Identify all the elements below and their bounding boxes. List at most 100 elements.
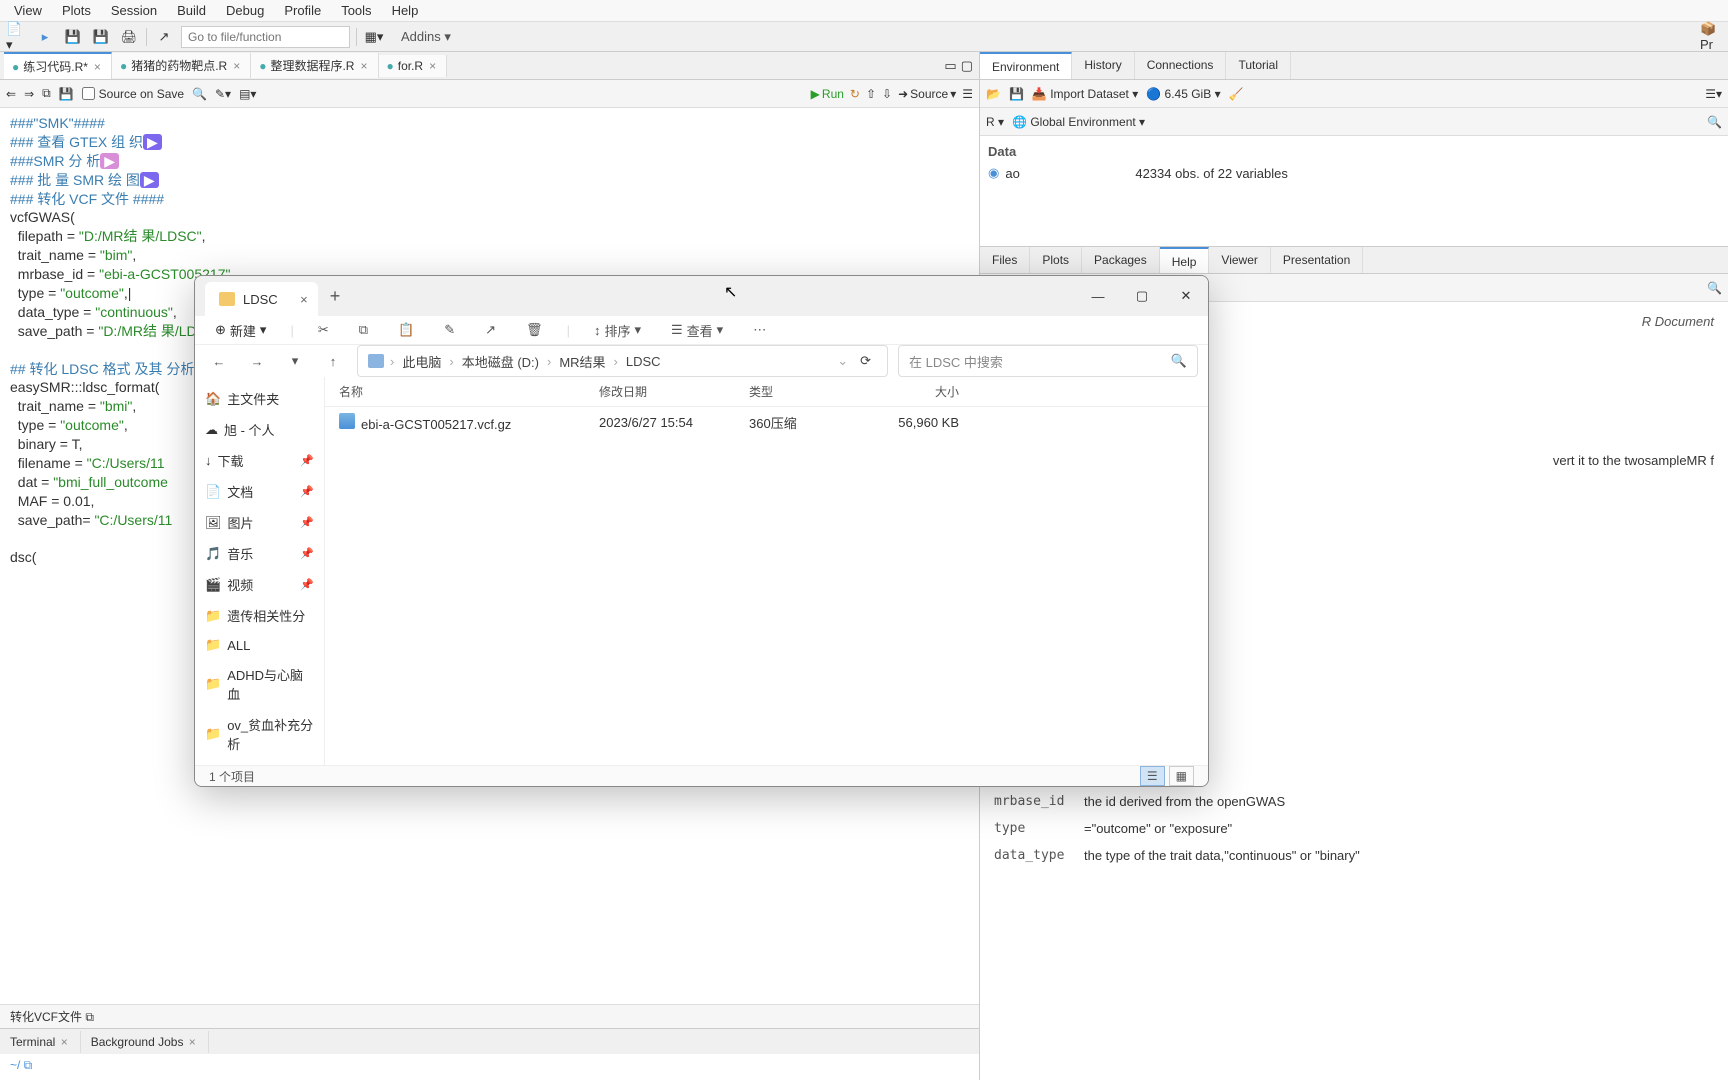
show-in-new-icon[interactable]: ⧉ (42, 86, 51, 101)
sidebar-item-folder[interactable]: 📁ALL (195, 631, 324, 659)
rerun-icon[interactable]: ↻ (850, 87, 860, 101)
crumb-mr[interactable]: MR结果 (557, 352, 607, 371)
project-icon[interactable]: 📦 Pr (1700, 26, 1722, 48)
close-button[interactable]: ✕ (1164, 276, 1208, 316)
menu-view[interactable]: View (4, 1, 52, 20)
grid-icon[interactable]: ▦▾ (363, 26, 385, 48)
col-size[interactable]: 大小 (869, 383, 959, 400)
wand-icon[interactable]: ✎▾ (215, 87, 231, 101)
column-headers[interactable]: 名称 修改日期 类型 大小 (325, 377, 1208, 407)
share-icon[interactable]: ↗ (479, 318, 502, 342)
close-icon[interactable]: × (187, 1035, 198, 1049)
sidebar-item-cloud[interactable]: ☁旭 - 个人 (195, 414, 324, 445)
explorer-titlebar[interactable]: LDSC × + — ▢ ✕ (195, 276, 1208, 316)
refresh-button[interactable]: ⟳ (854, 353, 877, 369)
maximize-pane-icon[interactable]: ▢ (961, 58, 973, 74)
menu-tools[interactable]: Tools (331, 1, 381, 20)
sidebar-item-doc[interactable]: 📄文档📌 (195, 476, 324, 507)
chevron-down-icon[interactable]: ⌄ (837, 353, 848, 369)
down-icon[interactable]: ⇩ (882, 87, 892, 101)
rename-icon[interactable]: ✎ (438, 318, 461, 342)
paste-icon[interactable]: 📋 (392, 318, 420, 342)
outline-icon[interactable]: ☰ (962, 87, 973, 101)
sidebar-item-home[interactable]: 🏠主文件夹 (195, 383, 324, 414)
explorer-tab[interactable]: LDSC × (205, 282, 318, 316)
tutorial-tab[interactable]: Tutorial (1226, 52, 1291, 79)
close-icon[interactable]: × (358, 59, 369, 73)
source-on-save-checkbox[interactable]: Source on Save (82, 87, 184, 101)
minimize-button[interactable]: — (1076, 276, 1120, 316)
close-icon[interactable]: × (427, 59, 438, 73)
list-view-icon[interactable]: ☰▾ (1705, 87, 1722, 101)
source-tab-0[interactable]: ● 练习代码.R* × (4, 52, 112, 79)
up-button[interactable]: ↑ (319, 347, 347, 375)
env-row-ao[interactable]: ◉ ao 42334 obs. of 22 variables (988, 163, 1720, 183)
code-section-label[interactable]: 转化VCF文件 ⧉ (10, 1008, 94, 1025)
search-icon[interactable]: 🔍 (1707, 115, 1722, 129)
scope-global-dropdown[interactable]: 🌐 Global Environment ▾ (1012, 115, 1145, 129)
col-type[interactable]: 类型 (749, 383, 869, 400)
sidebar-item-pic[interactable]: 🖼图片📌 (195, 507, 324, 538)
new-button[interactable]: ⊕ 新建 ▾ (209, 317, 272, 344)
source-tab-3[interactable]: ● for.R × (379, 55, 448, 77)
sidebar-item-video[interactable]: 🎬视频📌 (195, 569, 324, 600)
forward-icon[interactable]: ⇒ (24, 87, 34, 101)
close-icon[interactable]: × (300, 292, 308, 307)
save-icon[interactable]: 💾 (59, 87, 74, 101)
details-view-icon[interactable]: ☰ (1140, 766, 1165, 786)
close-icon[interactable]: × (231, 59, 242, 73)
environment-tab[interactable]: Environment (980, 52, 1072, 79)
memory-indicator[interactable]: 🔵 6.45 GiB ▾ (1146, 87, 1220, 101)
more-button[interactable]: ⋯ (747, 318, 772, 342)
help-tab[interactable]: Help (1160, 247, 1210, 273)
scope-r-dropdown[interactable]: R ▾ (986, 115, 1004, 129)
save-icon[interactable]: 💾 (62, 26, 84, 48)
sidebar-item-dl[interactable]: ↓下载📌 (195, 445, 324, 476)
source-on-save-input[interactable] (82, 87, 95, 100)
addins-dropdown[interactable]: Addins ▾ (391, 27, 461, 47)
sidebar-item-folder[interactable]: 📁遗传相关性分 (195, 600, 324, 631)
new-file-icon[interactable]: 📄▾ (6, 26, 28, 48)
run-button[interactable]: ▶ Run (811, 87, 844, 101)
sort-button[interactable]: ↕ 排序 ▾ (588, 317, 647, 344)
files-tab[interactable]: Files (980, 247, 1030, 273)
sidebar-item-folder[interactable]: 📁ADHD与心脑血 (195, 659, 324, 709)
source-tab-1[interactable]: ● 猪猪的药物靶点.R × (112, 53, 251, 78)
new-tab-button[interactable]: + (318, 286, 353, 307)
goto-file-input[interactable] (181, 26, 350, 48)
explorer-search[interactable]: 在 LDSC 中搜索 🔍 (898, 345, 1198, 377)
expand-icon[interactable]: ◉ (988, 165, 999, 181)
save-icon[interactable]: 💾 (1009, 87, 1024, 101)
menu-profile[interactable]: Profile (274, 1, 331, 20)
back-button[interactable]: ← (205, 347, 233, 375)
source-button[interactable]: ➜ Source ▾ (898, 87, 956, 101)
file-row[interactable]: ebi-a-GCST005217.vcf.gz 2023/6/27 15:54 … (325, 407, 1208, 438)
open-file-icon[interactable]: ▸ (34, 26, 56, 48)
history-tab[interactable]: History (1072, 52, 1134, 79)
plots-tab[interactable]: Plots (1030, 247, 1082, 273)
knit-icon[interactable]: ▤▾ (239, 87, 256, 101)
close-icon[interactable]: × (59, 1035, 70, 1049)
menu-help[interactable]: Help (382, 1, 429, 20)
broom-icon[interactable]: 🧹 (1229, 87, 1244, 101)
minimize-pane-icon[interactable]: ▭ (944, 58, 956, 74)
back-icon[interactable]: ⇐ (6, 87, 16, 101)
copy-icon[interactable]: ⧉ (353, 318, 374, 342)
maximize-button[interactable]: ▢ (1120, 276, 1164, 316)
connections-tab[interactable]: Connections (1135, 52, 1227, 79)
menu-build[interactable]: Build (167, 1, 216, 20)
view-button[interactable]: ☰ 查看 ▾ (665, 317, 729, 344)
sidebar-item-music[interactable]: 🎵音乐📌 (195, 538, 324, 569)
thumbnails-view-icon[interactable]: ▦ (1169, 766, 1194, 786)
load-icon[interactable]: 📂 (986, 87, 1001, 101)
up-icon[interactable]: ⇧ (866, 87, 876, 101)
cut-icon[interactable]: ✂ (312, 318, 335, 342)
recent-dropdown[interactable]: ▾ (281, 347, 309, 375)
import-dataset-button[interactable]: 📥 Import Dataset ▾ (1032, 87, 1138, 101)
save-all-icon[interactable]: 💾 (90, 26, 112, 48)
source-tab-2[interactable]: ● 整理数据程序.R × (251, 53, 378, 78)
background-jobs-tab[interactable]: Background Jobs × (81, 1031, 209, 1053)
forward-button[interactable]: → (243, 347, 271, 375)
presentation-tab[interactable]: Presentation (1271, 247, 1363, 273)
menu-plots[interactable]: Plots (52, 1, 101, 20)
